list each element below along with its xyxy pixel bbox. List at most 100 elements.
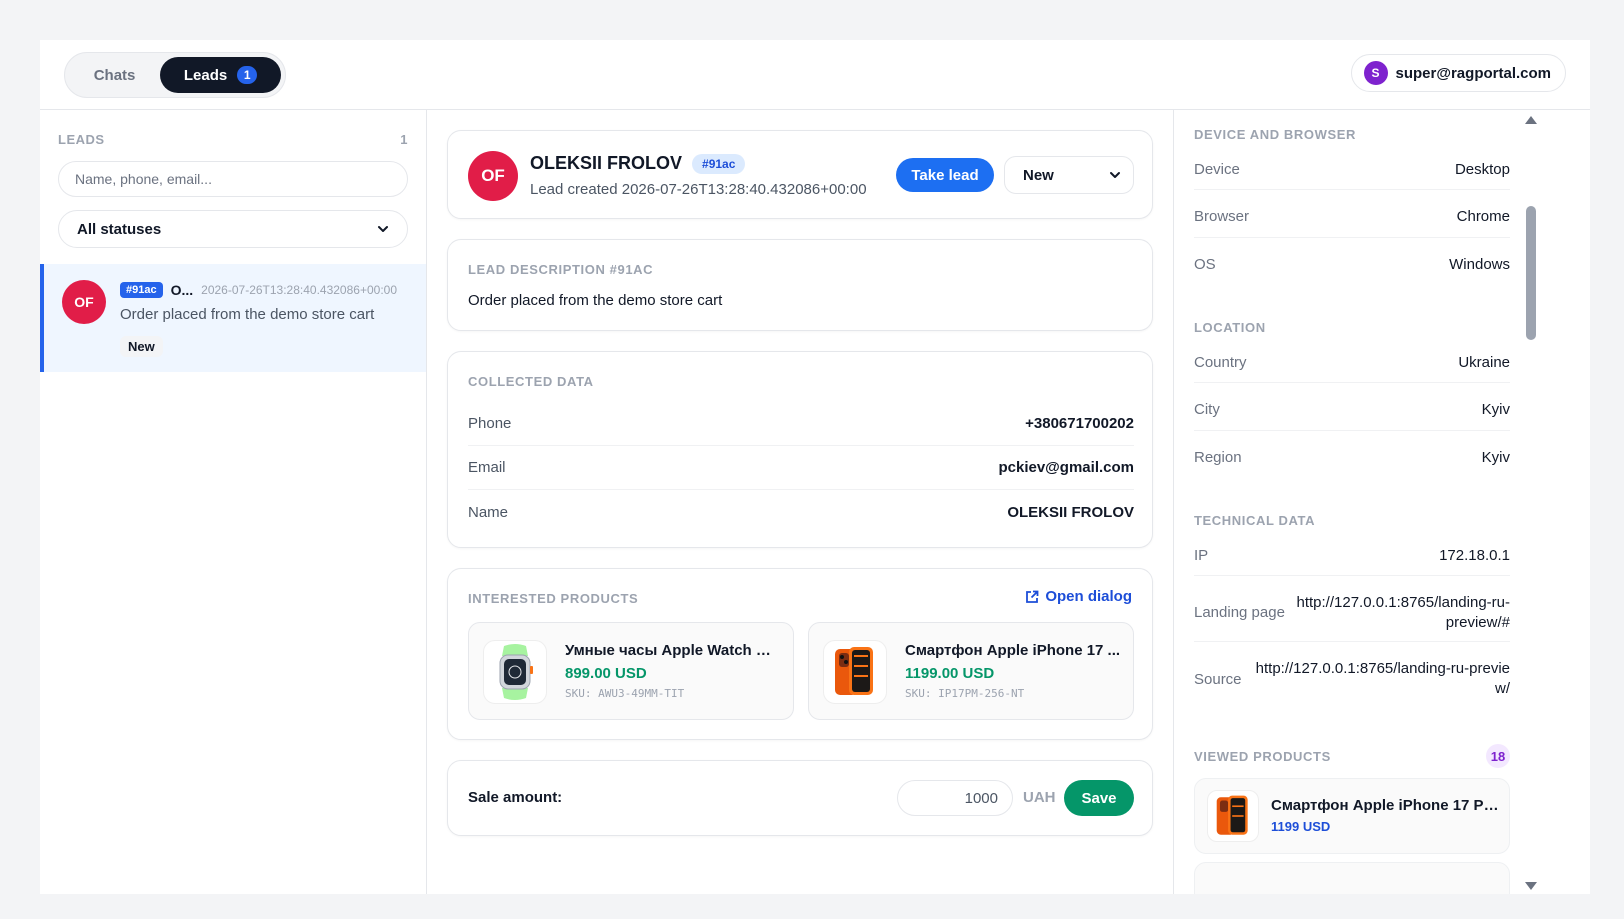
product-sku: SKU: AWU3-49MM-TIT (565, 687, 685, 700)
chevron-down-icon (1110, 172, 1120, 178)
lead-detail: OF OLEKSII FROLOV #91ac Lead created 202… (427, 110, 1174, 894)
sale-currency: UAH (1023, 789, 1056, 806)
lead-created: Lead created 2026-07-26T13:28:40.432086+… (530, 181, 867, 198)
product-card[interactable]: Умные часы Apple Watch Ul... 899.00 USD … (468, 622, 794, 720)
info-row-os: OS Windows (1194, 244, 1510, 284)
info-row-source: Source http://127.0.0.1:8765/landing-ru-… (1194, 650, 1510, 708)
sale-amount-input[interactable] (897, 780, 1013, 816)
phone-icon (835, 647, 873, 695)
info-value: Kyiv (1481, 401, 1510, 418)
lead-status-select[interactable]: New (1004, 156, 1134, 194)
info-key: Device (1194, 161, 1240, 178)
scrollbar-thumb[interactable] (1526, 206, 1536, 340)
chevron-down-icon (378, 226, 388, 232)
lead-item-status: New (120, 336, 163, 357)
scroll-down-arrow-icon[interactable] (1525, 882, 1537, 890)
interested-products-card: INTERESTED PRODUCTS Open dialog Умные ча… (447, 568, 1153, 740)
lead-status-value: New (1023, 166, 1054, 184)
product-sku: SKU: IP17PM-256-NT (905, 687, 1025, 700)
info-row-device: Device Desktop (1194, 150, 1510, 190)
collected-value: OLEKSII FROLOV (1007, 503, 1134, 521)
scroll-up-arrow-icon[interactable] (1525, 116, 1537, 124)
viewed-product-name: Смартфон Apple iPhone 17 Pro... (1271, 797, 1503, 814)
location-section-title: LOCATION (1194, 320, 1266, 335)
info-value: 172.18.0.1 (1439, 547, 1510, 564)
info-key: City (1194, 401, 1220, 418)
lead-list-item[interactable]: OF #91ac O... 2026-07-26T13:28:40.432086… (40, 264, 426, 372)
product-card[interactable]: Смартфон Apple iPhone 17 ... 1199.00 USD… (808, 622, 1134, 720)
info-key: Country (1194, 354, 1247, 371)
info-row-ip: IP 172.18.0.1 (1194, 536, 1510, 576)
lead-id-tag: #91ac (692, 153, 746, 174)
info-key: Source (1194, 670, 1242, 688)
lead-title-row: OLEKSII FROLOV #91ac (530, 153, 746, 174)
viewed-product-price: 1199 USD (1271, 819, 1331, 834)
status-filter-value: All statuses (77, 220, 162, 238)
external-link-icon (1026, 590, 1039, 603)
product-name: Смартфон Apple iPhone 17 ... (905, 642, 1121, 659)
lead-id-tag: #91ac (120, 282, 163, 298)
user-email: super@ragportal.com (1395, 64, 1552, 82)
collected-key: Phone (468, 415, 512, 432)
device-section-title: DEVICE AND BROWSER (1194, 127, 1356, 142)
technical-section-title: TECHNICAL DATA (1194, 513, 1316, 528)
collected-row-name: Name OLEKSII FROLOV (468, 490, 1134, 534)
user-avatar: S (1363, 61, 1388, 85)
info-panel-scrollbar[interactable] (1524, 114, 1538, 894)
tab-leads[interactable]: Leads 1 (160, 57, 281, 93)
description-title: LEAD DESCRIPTION #91AC (468, 262, 654, 277)
tab-chats-label: Chats (93, 66, 136, 84)
tab-chats[interactable]: Chats (69, 57, 160, 93)
viewed-count-badge: 18 (1486, 744, 1510, 768)
lead-search-input[interactable] (58, 161, 408, 197)
collected-title: COLLECTED DATA (468, 374, 594, 389)
product-thumbnail (483, 640, 547, 704)
info-value: Windows (1449, 255, 1510, 273)
info-value: Chrome (1456, 208, 1510, 225)
app-window: Chats Leads 1 S super@ragportal.com LEAD… (40, 40, 1590, 894)
watch-icon (499, 644, 533, 700)
info-key: OS (1194, 255, 1216, 273)
status-filter-select[interactable]: All statuses (58, 210, 408, 248)
info-row-region: Region Kyiv (1194, 437, 1510, 477)
save-button[interactable]: Save (1064, 780, 1134, 816)
take-lead-button[interactable]: Take lead (896, 158, 994, 192)
lead-avatar-large: OF (468, 151, 518, 201)
viewed-product-card[interactable]: Смартфон Apple iPhone 17 Pro... 1199 USD (1194, 778, 1510, 854)
info-value: http://127.0.0.1:8765/landing-ru-preview… (1255, 660, 1510, 697)
view-tabs: Chats Leads 1 (64, 52, 286, 98)
info-value: Kyiv (1481, 448, 1510, 466)
product-thumbnail (823, 640, 887, 704)
viewed-product-thumbnail (1207, 790, 1259, 842)
top-bar: Chats Leads 1 S super@ragportal.com (40, 40, 1590, 110)
lead-item-name: O... (170, 282, 194, 298)
collected-key: Email (468, 459, 506, 476)
product-price: 899.00 USD (565, 665, 647, 682)
info-key: Browser (1194, 208, 1250, 225)
lead-header-card: OF OLEKSII FROLOV #91ac Lead created 202… (447, 130, 1153, 219)
sale-amount-label: Sale amount: (468, 789, 563, 806)
leads-sidebar: LEADS 1 All statuses OF #91ac O... 2026-… (40, 110, 427, 894)
lead-name: OLEKSII FROLOV (530, 153, 683, 173)
lead-item-header: #91ac O... 2026-07-26T13:28:40.432086+00… (120, 282, 420, 298)
open-dialog-link[interactable]: Open dialog (1025, 588, 1132, 605)
phone-icon (1216, 795, 1248, 835)
lead-avatar: OF (62, 280, 106, 324)
viewed-product-card[interactable] (1194, 862, 1510, 894)
info-value: Desktop (1454, 161, 1510, 178)
lead-item-time: 2026-07-26T13:28:40.432086+00:00 (201, 283, 397, 297)
leads-header: LEADS 1 (58, 132, 408, 147)
product-name: Умные часы Apple Watch Ul... (565, 642, 781, 659)
info-value: Ukraine (1458, 354, 1510, 371)
products-title: INTERESTED PRODUCTS (468, 591, 639, 606)
info-key: Region (1194, 448, 1242, 466)
collected-key: Name (468, 503, 509, 521)
viewed-section-title: VIEWED PRODUCTS (1194, 749, 1331, 764)
user-menu[interactable]: S super@ragportal.com (1350, 54, 1566, 92)
collected-data-card: COLLECTED DATA Phone +380671700202 Email… (447, 351, 1153, 548)
info-key: IP (1194, 547, 1209, 564)
info-value: http://127.0.0.1:8765/landing-ru-preview… (1296, 593, 1511, 631)
info-row-browser: Browser Chrome (1194, 196, 1510, 238)
collected-row-phone: Phone +380671700202 (468, 402, 1134, 446)
leads-count-badge: 1 (237, 66, 258, 84)
